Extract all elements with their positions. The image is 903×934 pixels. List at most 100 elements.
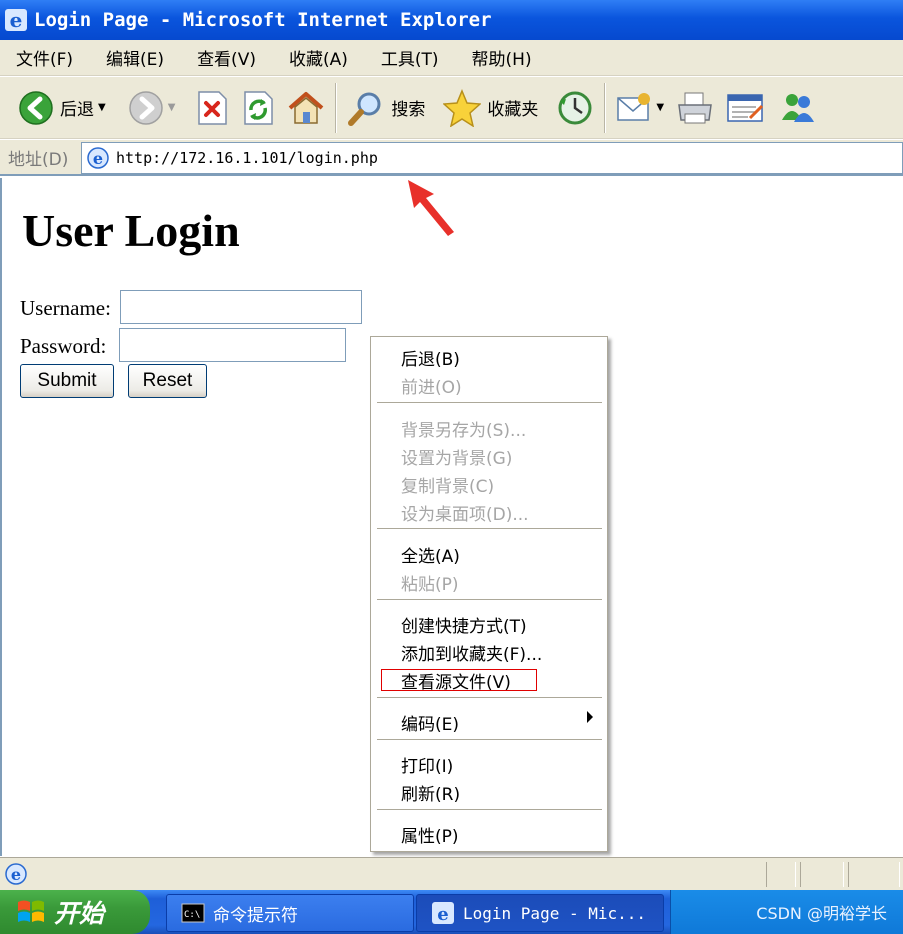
address-label: 地址(D)	[8, 149, 69, 170]
favorites-star-icon	[443, 88, 482, 127]
messenger-icon	[782, 93, 815, 122]
ie-status-icon: e	[5, 863, 27, 885]
menu-separator	[377, 599, 602, 601]
print-icon	[678, 92, 712, 123]
home-icon	[289, 91, 324, 124]
menu-separator	[377, 739, 602, 741]
cm-properties[interactable]: 属性(P)	[401, 822, 459, 847]
windows-logo-icon	[18, 900, 44, 922]
cm-refresh[interactable]: 刷新(R)	[401, 780, 460, 805]
forward-button[interactable]: ▼	[122, 85, 182, 131]
cm-save-background: 背景另存为(S)...	[401, 421, 527, 441]
mail-dropdown-icon[interactable]: ▼	[656, 102, 664, 113]
svg-text:e: e	[93, 149, 103, 168]
menu-separator	[377, 809, 602, 811]
toolbar-separator	[604, 82, 607, 133]
cm-copy-background: 复制背景(C)	[401, 477, 495, 497]
search-icon	[348, 92, 381, 126]
forward-arrow-icon	[128, 90, 163, 125]
username-field[interactable]	[120, 290, 362, 324]
refresh-icon	[244, 90, 274, 125]
forward-dropdown-icon[interactable]: ▼	[168, 102, 176, 113]
toolbar-separator	[335, 82, 338, 133]
password-label: Password:	[20, 334, 107, 358]
password-field[interactable]	[119, 328, 346, 362]
mail-icon	[617, 92, 651, 121]
ie-icon: e	[432, 902, 454, 925]
cm-encoding[interactable]: 编码(E)	[401, 710, 459, 735]
menu-separator	[377, 697, 602, 699]
cm-set-background: 设置为背景(G)	[401, 449, 513, 469]
cm-add-to-favorites[interactable]: 添加到收藏夹(F)...	[401, 640, 542, 665]
search-button[interactable]: 搜索	[341, 85, 431, 131]
taskbar-ie-label: Login Page - Mic...	[463, 903, 647, 923]
cm-forward: 前进(O)	[401, 378, 462, 398]
taskbar-ie-button[interactable]: e Login Page - Mic...	[416, 894, 664, 932]
refresh-button[interactable]	[235, 85, 281, 131]
stop-button[interactable]	[189, 85, 235, 131]
window-title: Login Page - Microsoft Internet Explorer	[34, 9, 492, 31]
menu-tools[interactable]: 工具(T)	[365, 45, 456, 70]
print-button[interactable]	[670, 85, 720, 131]
start-label: 开始	[54, 899, 105, 928]
status-panel	[848, 862, 900, 887]
cm-paste: 粘贴(P)	[401, 575, 459, 595]
system-tray: CSDN @明裕学长	[670, 890, 903, 934]
menu-file[interactable]: 文件(F)	[0, 45, 90, 70]
svg-text:C:\: C:\	[184, 910, 200, 920]
address-input[interactable]: e http://172.16.1.101/login.php	[81, 142, 903, 174]
cm-print[interactable]: 打印(I)	[401, 752, 453, 777]
menu-favorites[interactable]: 收藏(A)	[273, 45, 365, 70]
messenger-button[interactable]	[772, 85, 822, 131]
menu-separator	[377, 528, 602, 530]
menu-edit[interactable]: 编辑(E)	[90, 45, 181, 70]
address-url: http://172.16.1.101/login.php	[116, 149, 378, 167]
context-menu: 后退(B) 前进(O) 背景另存为(S)... 设置为背景(G) 复制背景(C)…	[370, 336, 608, 852]
red-annotation-arrow-icon	[408, 180, 454, 236]
svg-text:e: e	[11, 865, 21, 884]
submit-button[interactable]: Submit	[20, 364, 114, 398]
submenu-arrow-icon	[587, 711, 593, 723]
search-label: 搜索	[391, 100, 426, 120]
status-panel	[766, 862, 796, 887]
back-label: 后退	[60, 100, 94, 120]
home-button[interactable]	[281, 85, 331, 131]
taskbar-cmd-label: 命令提示符	[213, 905, 298, 926]
taskbar: 开始 C:\ 命令提示符 e Login Page - Mic... CSDN …	[0, 890, 903, 934]
favorites-button[interactable]: 收藏夹	[437, 85, 544, 131]
svg-text:e: e	[437, 904, 448, 925]
tray-watermark-text: CSDN @明裕学长	[756, 904, 887, 923]
status-panel	[800, 862, 844, 887]
title-bar[interactable]: e Login Page - Microsoft Internet Explor…	[0, 0, 903, 40]
cm-set-desktop-item: 设为桌面项(D)...	[401, 505, 529, 525]
ie-icon: e	[5, 8, 27, 32]
page-title: User Login	[22, 205, 240, 256]
menu-help[interactable]: 帮助(H)	[456, 45, 549, 70]
cmd-icon: C:\	[181, 903, 205, 923]
back-button[interactable]: 后退 ▼	[12, 85, 112, 131]
start-button[interactable]: 开始	[0, 890, 150, 934]
address-bar: 地址(D) e http://172.16.1.101/login.php	[0, 140, 903, 176]
menu-separator	[377, 402, 602, 404]
reset-button[interactable]: Reset	[128, 364, 207, 398]
username-label: Username:	[20, 296, 111, 320]
edit-button[interactable]	[720, 85, 772, 131]
history-icon	[558, 91, 592, 124]
toolbar: 后退 ▼ ▼ 搜索 收藏夹 ▼	[0, 77, 903, 139]
ie-page-icon: e	[87, 147, 109, 169]
status-bar: e	[0, 857, 903, 890]
taskbar-cmd-button[interactable]: C:\ 命令提示符	[166, 894, 414, 932]
stop-icon	[198, 90, 228, 125]
view-source-highlight	[381, 669, 537, 691]
edit-icon	[727, 93, 764, 122]
cm-select-all[interactable]: 全选(A)	[401, 542, 460, 567]
history-button[interactable]	[550, 85, 600, 131]
cm-back[interactable]: 后退(B)	[401, 345, 460, 370]
back-dropdown-icon[interactable]: ▼	[98, 102, 106, 113]
mail-button[interactable]: ▼	[610, 85, 670, 131]
menu-bar: 文件(F) 编辑(E) 查看(V) 收藏(A) 工具(T) 帮助(H)	[0, 40, 903, 76]
cm-create-shortcut[interactable]: 创建快捷方式(T)	[401, 612, 527, 637]
back-arrow-icon	[19, 90, 53, 125]
menu-view[interactable]: 查看(V)	[181, 45, 273, 70]
svg-text:e: e	[10, 8, 23, 32]
